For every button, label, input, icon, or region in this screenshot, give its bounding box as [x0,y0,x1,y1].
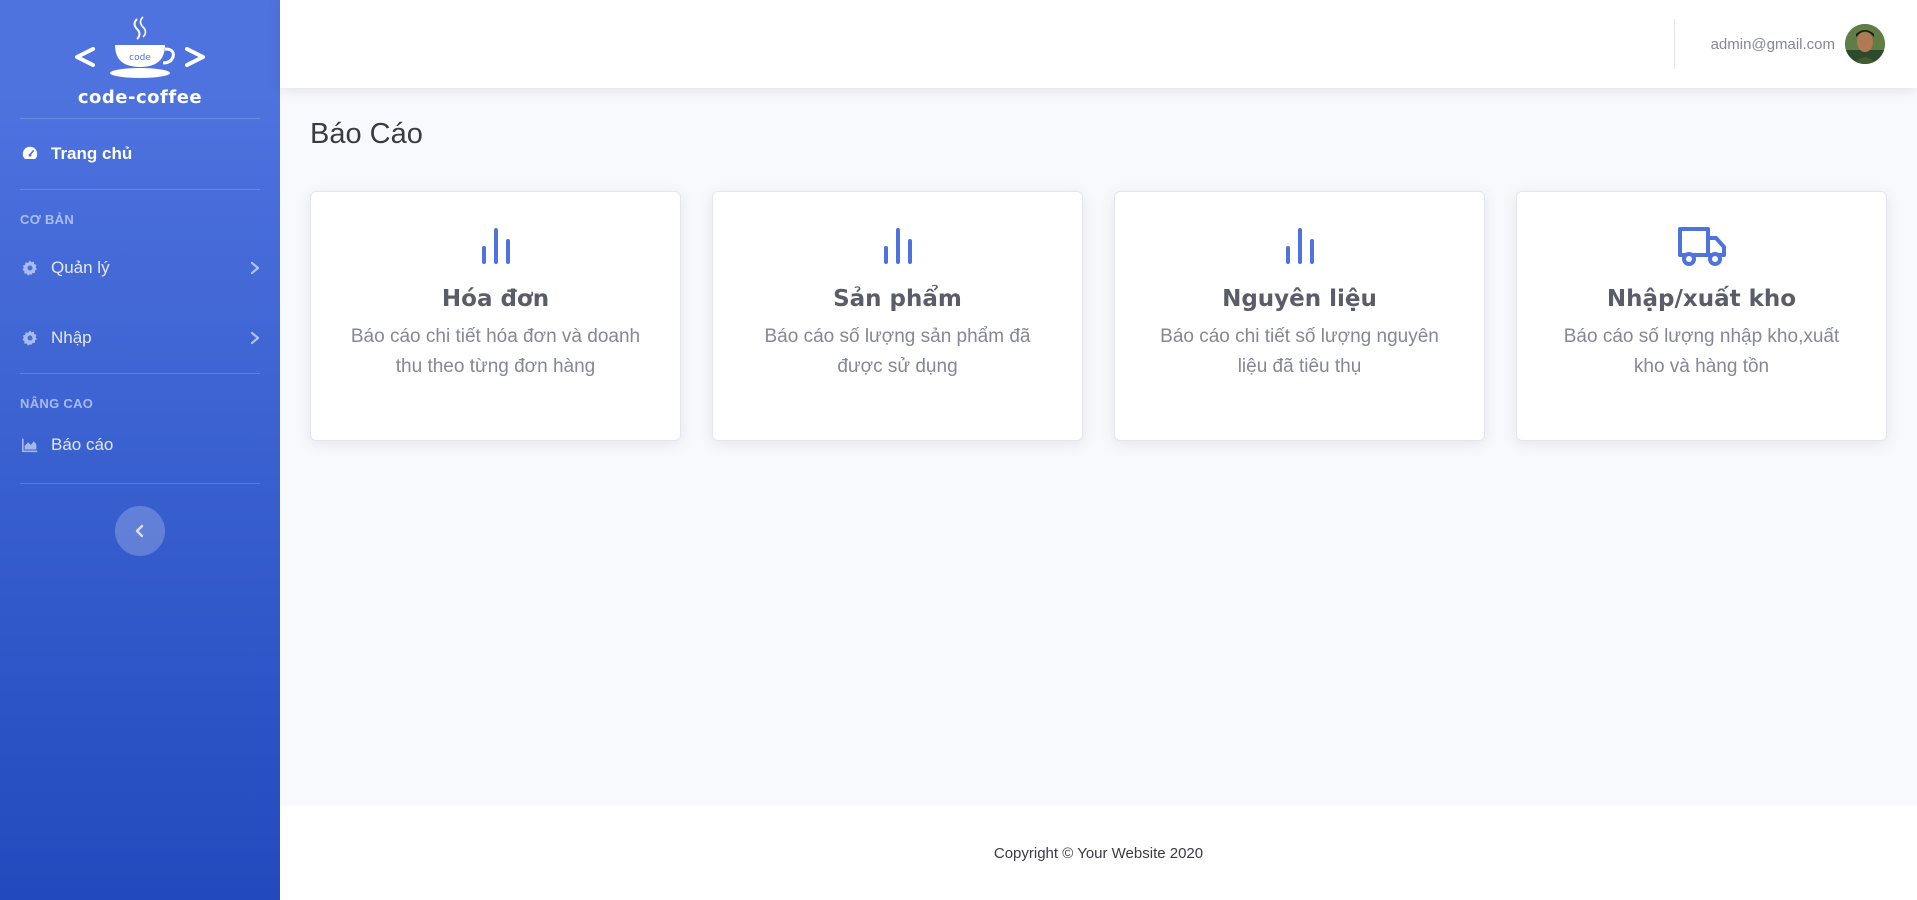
brand-link[interactable]: code code-coffee [0,0,280,118]
card-description: Báo cáo chi tiết số lượng nguyên liệu đã… [1160,326,1439,377]
area-chart-icon [20,435,40,455]
sidebar-heading-advanced: NÂNG CAO [20,396,94,411]
report-cards: Hóa đơn Báo cáo chi tiết hóa đơn và doan… [310,191,1887,441]
report-card-product[interactable]: Sản phẩm Báo cáo số lượng sản phẩm đã đư… [712,191,1083,441]
sidebar-item-report[interactable]: Báo cáo [0,417,280,473]
card-description: Báo cáo số lượng sản phẩm đã được sử dụn… [764,326,1031,377]
card-description: Báo cáo chi tiết hóa đơn và doanh thu th… [350,326,641,377]
card-title: Sản phẩm [833,286,962,312]
gear-icon [20,258,40,278]
chevron-right-icon [250,331,260,345]
bar-chart-icon [471,224,521,268]
sidebar-toggle-wrap [0,484,280,556]
coffee-code-logo: code [75,15,205,78]
gear-icon [20,328,40,348]
user-email[interactable]: admin@gmail.com [1711,36,1835,53]
sidebar-item-label: Quản lý [51,258,110,277]
sidebar-item-label: Nhập [51,328,92,347]
card-title: Hóa đơn [441,286,550,312]
user-photo [1845,24,1885,64]
sidebar-item-manage[interactable]: Quản lý [0,233,280,303]
sidebar-item-import[interactable]: Nhập [0,303,280,373]
avatar[interactable] [1845,24,1885,64]
report-card-warehouse[interactable]: Nhập/xuất kho Báo cáo số lượng nhập kho,… [1516,191,1887,441]
tachometer-icon [20,144,40,164]
card-title: Nhập/xuất kho [1606,286,1797,312]
sidebar-item-dashboard[interactable]: Trang chủ [0,119,280,189]
sidebar-item-label: Trang chủ [51,144,133,163]
copyright-text: Copyright © Your Website 2020 [993,844,1204,862]
sidebar-item-label: Báo cáo [51,435,114,454]
topbar-divider [1673,19,1675,69]
chevron-right-icon [250,261,260,275]
footer: Copyright © Your Website 2020 [280,806,1917,900]
sidebar: code code-coffee Trang chủ CƠ BẢN Quản l… [0,0,280,900]
sidebar-heading-basic: CƠ BẢN [20,212,75,227]
sidebar-toggle-button[interactable] [115,506,165,556]
bar-chart-icon [873,224,923,268]
page-title: Báo Cáo [310,118,423,150]
card-description: Báo cáo số lượng nhập kho,xuất kho và hà… [1563,326,1840,377]
bar-chart-icon [1275,224,1325,268]
main-content: Báo Cáo Hóa đơn Báo cáo chi tiết hóa đơn… [280,88,1917,806]
logo-text: code [129,53,151,63]
report-card-invoice[interactable]: Hóa đơn Báo cáo chi tiết hóa đơn và doan… [310,191,681,441]
report-card-ingredient[interactable]: Nguyên liệu Báo cáo chi tiết số lượng ng… [1114,191,1485,441]
chevron-left-icon [135,524,144,538]
card-title: Nguyên liệu [1222,286,1377,312]
brand-name: code-coffee [77,86,203,108]
truck-icon [1677,224,1727,268]
topbar: admin@gmail.com [280,0,1917,88]
